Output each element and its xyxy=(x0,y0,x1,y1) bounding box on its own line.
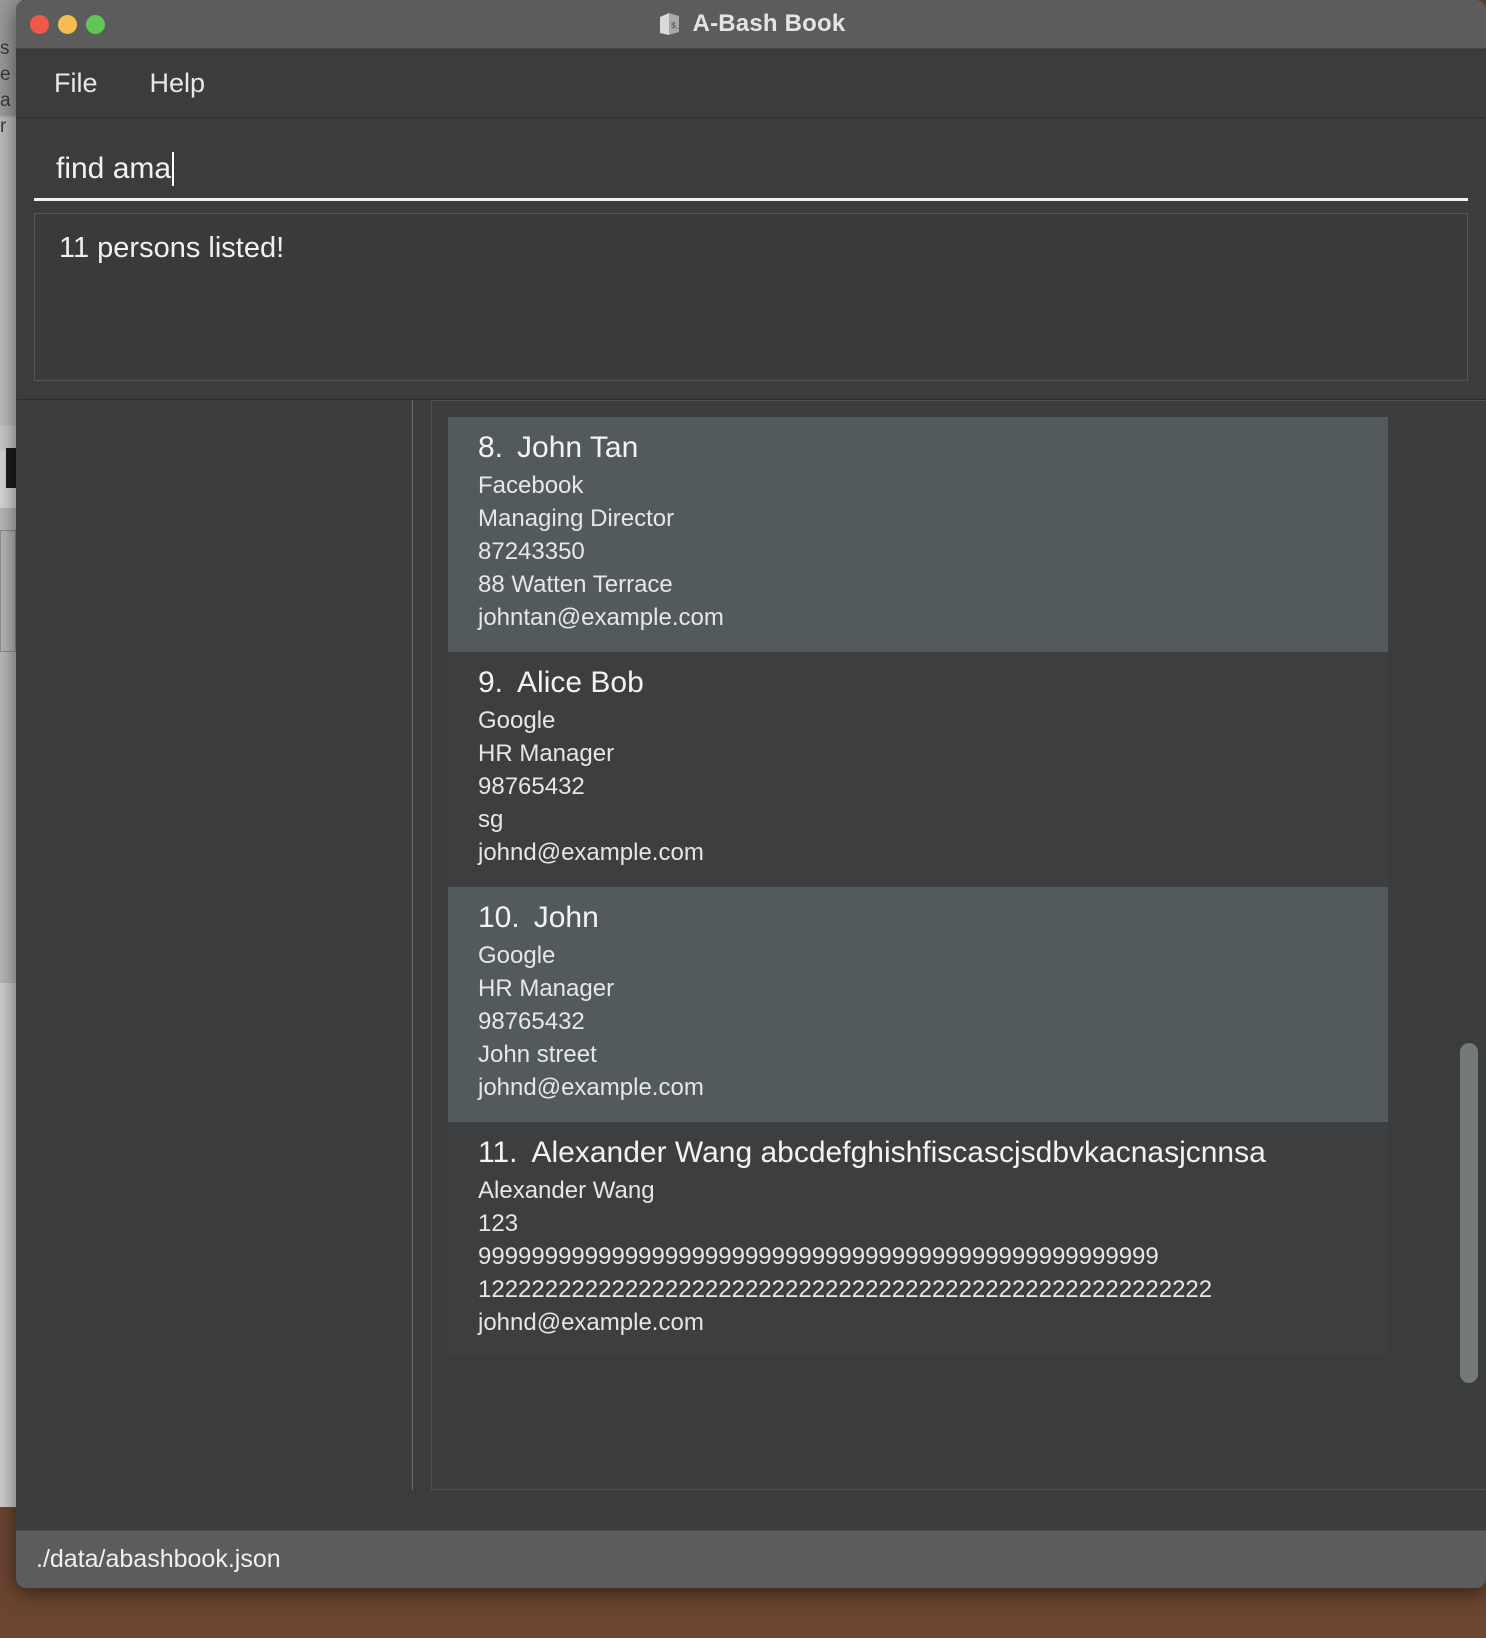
person-index: 8. xyxy=(478,431,504,464)
window-controls xyxy=(30,0,105,48)
text-cursor xyxy=(172,152,175,186)
pane-splitter[interactable] xyxy=(413,400,431,1490)
app-window: $_ A-Bash Book File Help find ama 11 per… xyxy=(16,0,1486,1588)
person-address: John street xyxy=(478,1041,597,1068)
person-email: johntan@example.com xyxy=(478,604,724,631)
person-job: HR Manager xyxy=(478,740,615,767)
desktop-light-bar xyxy=(0,530,16,652)
svg-text:$_: $_ xyxy=(671,22,681,31)
menu-bar: File Help xyxy=(16,49,1486,118)
person-company: Google xyxy=(478,707,556,734)
person-email: johnd@example.com xyxy=(478,1074,704,1101)
person-job: Managing Director xyxy=(478,505,675,532)
minimize-button[interactable] xyxy=(58,14,77,34)
left-pane xyxy=(17,400,413,1490)
person-email: johnd@example.com xyxy=(478,839,704,866)
person-address: sg xyxy=(478,806,504,833)
title-bar: $_ A-Bash Book xyxy=(16,0,1486,49)
status-file-path: ./data/abashbook.json xyxy=(36,1545,281,1573)
person-phone: 87243350 xyxy=(478,538,585,565)
person-name: Alice Bob xyxy=(517,666,644,699)
person-email: johnd@example.com xyxy=(478,1309,704,1336)
person-job: HR Manager xyxy=(478,975,615,1002)
person-company: Google xyxy=(478,942,556,969)
list-item[interactable]: 8. John Tan Facebook Managing Director 87… xyxy=(448,417,1388,652)
person-phone: 98765432 xyxy=(478,773,585,800)
person-name: John xyxy=(533,901,599,934)
person-phone: 9999999999999999999999999999999999999999… xyxy=(478,1243,1159,1270)
close-button[interactable] xyxy=(30,14,49,34)
desktop-dark-block xyxy=(6,448,16,488)
person-list-pane: 8. John Tan Facebook Managing Director 87… xyxy=(431,400,1486,1490)
person-company: Facebook xyxy=(478,472,584,499)
list-item[interactable]: 9. Alice Bob Google HR Manager 98765432 s… xyxy=(448,652,1388,887)
split-panes: 8. John Tan Facebook Managing Director 87… xyxy=(17,399,1486,1490)
command-area: find ama xyxy=(16,118,1486,201)
person-address: 88 Watten Terrace xyxy=(478,571,673,598)
title-group: $_ A-Bash Book xyxy=(657,10,846,38)
person-title: 10. John xyxy=(478,901,1388,935)
result-message: 11 persons listed! xyxy=(59,232,285,264)
result-display: 11 persons listed! xyxy=(34,213,1468,381)
maximize-button[interactable] xyxy=(86,14,105,34)
list-item[interactable]: 10. John Google HR Manager 98765432 John … xyxy=(448,887,1388,1122)
person-title: 11. Alexander Wang abcdefghishfiscascjsdb… xyxy=(478,1136,1388,1170)
person-title: 8. John Tan xyxy=(478,431,1388,465)
person-name: Alexander Wang abcdefghishfiscascjsdbvka… xyxy=(531,1136,1266,1169)
window-title: A-Bash Book xyxy=(692,10,846,37)
bash-box-icon: $_ xyxy=(657,11,683,37)
person-index: 11. xyxy=(478,1136,518,1169)
status-bar: ./data/abashbook.json xyxy=(16,1530,1486,1588)
person-name: John Tan xyxy=(517,431,639,464)
person-phone: 98765432 xyxy=(478,1008,585,1035)
person-title: 9. Alice Bob xyxy=(478,666,1388,700)
person-job: 123 xyxy=(478,1210,519,1237)
person-index: 9. xyxy=(478,666,504,699)
person-list: 8. John Tan Facebook Managing Director 87… xyxy=(448,417,1486,1357)
result-area: 11 persons listed! xyxy=(16,201,1486,381)
person-company: Alexander Wang xyxy=(478,1177,655,1204)
menu-file[interactable]: File xyxy=(48,64,104,103)
scrollbar-thumb[interactable] xyxy=(1460,1043,1478,1383)
menu-help[interactable]: Help xyxy=(144,64,212,103)
person-index: 10. xyxy=(478,901,520,934)
person-address: 1222222222222222222222222222222222222222… xyxy=(478,1276,1213,1303)
screen: sear $_ A-Bash Book File Help find ama 1… xyxy=(0,0,1486,1638)
command-input-value: find ama xyxy=(56,152,172,185)
list-item[interactable]: 11. Alexander Wang abcdefghishfiscascjsdb… xyxy=(448,1122,1388,1357)
list-scrollbar[interactable] xyxy=(1460,417,1478,1477)
command-input[interactable]: find ama xyxy=(34,140,1468,201)
